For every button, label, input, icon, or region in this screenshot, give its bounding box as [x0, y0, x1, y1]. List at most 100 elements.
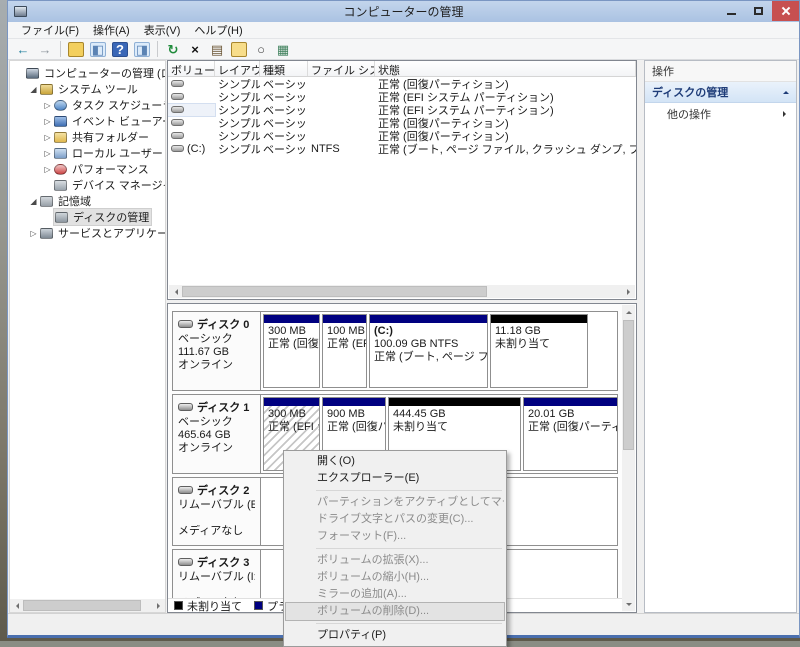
- disk-name: ディスク 3: [178, 554, 255, 570]
- tree-item-label: パフォーマンス: [72, 164, 149, 176]
- disk-name: ディスク 0: [178, 316, 255, 332]
- open-folder-button[interactable]: [229, 40, 249, 58]
- menu-item-1[interactable]: 操作(A): [86, 21, 137, 39]
- show-action-pane-button[interactable]: ◨: [132, 40, 152, 58]
- context-menu-item-5[interactable]: フォーマット(F)...: [286, 528, 504, 545]
- context-menu-item-10[interactable]: ボリュームの削除(D)...: [285, 602, 505, 621]
- tree-item-8[interactable]: ◢ 記憶域: [10, 193, 165, 209]
- back-button[interactable]: ←: [13, 40, 33, 58]
- system-tools-icon: [40, 83, 53, 95]
- disk-info-line: [178, 512, 255, 525]
- unallocated-bar: [389, 398, 520, 406]
- collapsed-expander-icon[interactable]: ▷: [42, 101, 53, 110]
- collapse-icon[interactable]: [783, 88, 789, 94]
- collapsed-expander-icon[interactable]: ▷: [42, 133, 53, 142]
- column-header-4[interactable]: 状態: [375, 61, 636, 76]
- tree-item-5[interactable]: ▷ ローカル ユーザーとグループ: [10, 145, 165, 161]
- tree-item-1[interactable]: ◢ システム ツール: [10, 81, 165, 97]
- context-menu-item-1[interactable]: エクスプローラー(E): [286, 470, 504, 487]
- toolbar: ← → ◧? ◨ ↻ × ▤ ○ ▦: [8, 39, 799, 60]
- context-menu-item-8[interactable]: ボリュームの縮小(H)...: [286, 569, 504, 586]
- scrollbar-thumb[interactable]: [182, 286, 487, 297]
- context-menu-item-9[interactable]: ミラーの追加(A)...: [286, 586, 504, 603]
- disk-info-line: ベーシック: [178, 416, 233, 428]
- tree-item-6[interactable]: ▷ パフォーマンス: [10, 161, 165, 177]
- expanded-expander-icon[interactable]: ◢: [28, 85, 39, 94]
- close-button[interactable]: [772, 1, 799, 21]
- disk-label-3[interactable]: ディスク 3リムーバブル (I:) メディアなし: [173, 550, 261, 598]
- column-header-2[interactable]: 種類: [260, 61, 308, 76]
- menu-item-0[interactable]: ファイル(F): [14, 21, 86, 39]
- tree-item-9[interactable]: ディスクの管理: [10, 208, 165, 226]
- disk-pane-vscrollbar[interactable]: [622, 305, 635, 611]
- find-button[interactable]: ○: [251, 40, 271, 58]
- context-menu-item-3[interactable]: パーティションをアクティブとしてマーク(M): [286, 494, 504, 511]
- tree-item-3[interactable]: ▷ イベント ビューアー: [10, 113, 165, 129]
- volume-row-5[interactable]: (C:) シンプルベーシックNTFS 正常 (ブート, ページ ファイル, クラッシ…: [168, 142, 636, 156]
- collapsed-expander-icon[interactable]: ▷: [42, 149, 53, 158]
- primary-partition-bar: [264, 315, 319, 323]
- tree-item-2[interactable]: ▷ タスク スケジューラ: [10, 97, 165, 113]
- refresh-button[interactable]: ↻: [163, 40, 183, 58]
- partition-0-3[interactable]: 11.18 GB 未割り当て: [490, 314, 588, 388]
- volume-list-hscrollbar[interactable]: [169, 285, 635, 298]
- column-header-3[interactable]: ファイル システム: [308, 61, 375, 76]
- tree-item-10[interactable]: ▷ サービスとアプリケーション: [10, 225, 165, 241]
- actions-group-disk-management[interactable]: ディスクの管理: [645, 82, 796, 103]
- collapsed-expander-icon[interactable]: ▷: [28, 229, 39, 238]
- help-button[interactable]: ?: [110, 40, 130, 58]
- tree-item-0[interactable]: コンピューターの管理 (ローカル): [10, 65, 165, 81]
- properties-button[interactable]: ▤: [207, 40, 227, 58]
- context-menu-item-12[interactable]: プロパティ(P): [286, 627, 504, 644]
- disk-label-2[interactable]: ディスク 2 リムーバブル (E:) メディアなし: [173, 478, 261, 545]
- partition-status: 正常 (回復パーティション): [268, 338, 319, 350]
- primary-partition-bar: [323, 398, 385, 406]
- partition-0-0[interactable]: 300 MB正常 (回復パーティション): [263, 314, 320, 388]
- context-menu-item-0[interactable]: 開く(O): [286, 453, 504, 470]
- collapsed-expander-icon[interactable]: ▷: [42, 165, 53, 174]
- column-header-0[interactable]: ボリューム: [168, 61, 215, 76]
- caption-buttons: [718, 1, 799, 21]
- context-menu-item-7[interactable]: ボリュームの拡張(X)...: [286, 552, 504, 569]
- tree-item-7[interactable]: デバイス マネージャー: [10, 177, 165, 193]
- disk-label-0[interactable]: ディスク 0 ベーシック 111.67 GB オンライン: [173, 312, 261, 390]
- volume-cell: (C:): [168, 143, 215, 155]
- console-window-button[interactable]: ▦: [273, 40, 293, 58]
- tree-item-4[interactable]: ▷ 共有フォルダー: [10, 129, 165, 145]
- scrollbar-thumb[interactable]: [23, 600, 141, 611]
- scroll-right-icon[interactable]: [622, 285, 635, 298]
- menu-separator: [316, 490, 502, 491]
- partition-1-3[interactable]: 20.01 GB正常 (回復パーティション): [523, 397, 617, 471]
- partition-size: 11.18 GB: [495, 325, 541, 337]
- volume-icon: [171, 93, 184, 101]
- volume-cell: [168, 117, 215, 129]
- task-scheduler-icon: [54, 99, 67, 111]
- actions-item-more[interactable]: 他の操作: [645, 103, 796, 124]
- disk-label-1[interactable]: ディスク 1 ベーシック 465.64 GB オンライン: [173, 395, 261, 473]
- scroll-left-icon[interactable]: [10, 599, 23, 612]
- partition-0-1[interactable]: 100 MB正常 (EFI システム パーティション): [322, 314, 367, 388]
- scroll-right-icon[interactable]: [152, 599, 165, 612]
- partition-status: 正常 (ブート, ページ ファイル, クラッシュ ダンプ, プライマリ パーティ…: [374, 351, 487, 363]
- scroll-down-icon[interactable]: [622, 598, 635, 611]
- scrollbar-thumb[interactable]: [623, 320, 634, 450]
- partition-0-2[interactable]: (C:)100.09 GB NTFS正常 (ブート, ページ ファイル, クラッ…: [369, 314, 488, 388]
- minimize-button[interactable]: [718, 1, 745, 21]
- scroll-up-icon[interactable]: [622, 305, 635, 318]
- scroll-left-icon[interactable]: [169, 285, 182, 298]
- context-menu-item-4[interactable]: ドライブ文字とパスの変更(C)...: [286, 511, 504, 528]
- expanded-expander-icon[interactable]: ◢: [28, 197, 39, 206]
- column-header-1[interactable]: レイアウト: [215, 61, 260, 76]
- menu-item-2[interactable]: 表示(V): [137, 21, 188, 39]
- show-console-tree-button[interactable]: ◧: [88, 40, 108, 58]
- maximize-button[interactable]: [745, 1, 772, 21]
- title-bar[interactable]: コンピューターの管理: [8, 1, 799, 22]
- minimize-icon: [727, 13, 736, 15]
- actions-item-label: 他の操作: [667, 108, 711, 121]
- delete-button[interactable]: ×: [185, 40, 205, 58]
- tree-hscrollbar[interactable]: [10, 599, 165, 612]
- collapsed-expander-icon[interactable]: ▷: [42, 117, 53, 126]
- menu-item-3[interactable]: ヘルプ(H): [187, 21, 249, 39]
- parent-folder-button[interactable]: [66, 40, 86, 58]
- forward-button[interactable]: →: [35, 40, 55, 58]
